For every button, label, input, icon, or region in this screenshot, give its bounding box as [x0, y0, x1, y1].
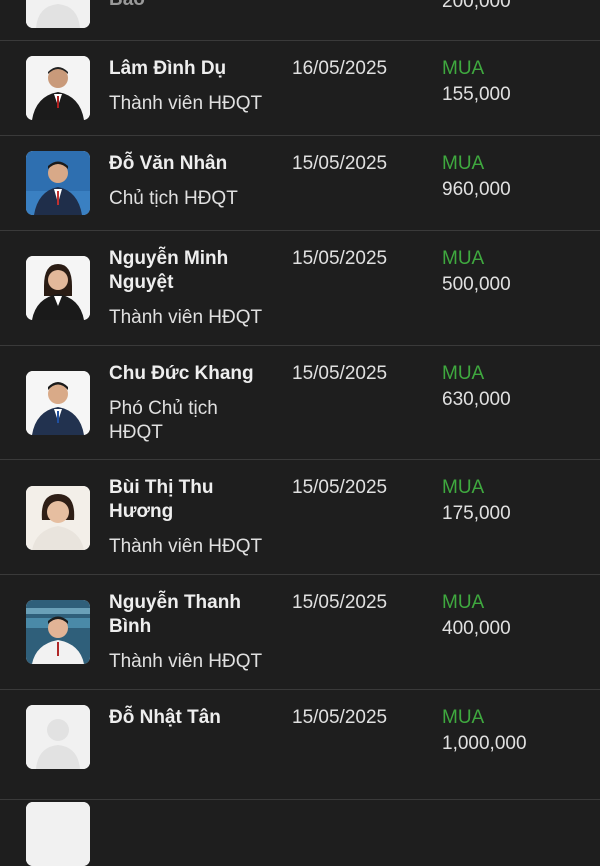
list-item[interactable]: Bảo 200,000 [0, 0, 600, 41]
avatar-placeholder-icon [26, 802, 90, 866]
person-role: Thành viên HĐQT [109, 307, 263, 328]
list-item[interactable]: Bùi Thị Thu Hương Thành viên HĐQT 15/05/… [0, 460, 600, 575]
person-name: Lâm Đình Dụ [109, 58, 227, 79]
quantity: 960,000 [442, 179, 511, 200]
quantity: 200,000 [442, 0, 511, 12]
list-item[interactable]: Nguyễn Minh Nguyệt Thành viên HĐQT 15/05… [0, 231, 600, 346]
person-role: Thành viên HĐQT [109, 651, 263, 672]
trade-date: 15/05/2025 [292, 592, 388, 613]
trade-date: 15/05/2025 [292, 707, 388, 728]
person-role: Chủ tịch HĐQT [109, 188, 238, 209]
trade-action: MUA [442, 707, 485, 728]
trade-action: MUA [442, 477, 485, 498]
avatar [26, 151, 90, 215]
trade-date: 15/05/2025 [292, 363, 388, 384]
list-item[interactable] [0, 800, 600, 866]
person-role: Phó Chủ tịch HĐQT [109, 398, 218, 443]
list-item[interactable]: Chu Đức Khang Phó Chủ tịch HĐQT 15/05/20… [0, 346, 600, 460]
trade-date: 15/05/2025 [292, 248, 388, 269]
avatar-placeholder-icon [26, 705, 90, 769]
quantity: 400,000 [442, 618, 511, 639]
person-name: Nguyễn Minh Nguyệt [109, 248, 229, 293]
trade-action: MUA [442, 592, 485, 613]
trade-action: MUA [442, 248, 485, 269]
list-item[interactable]: Nguyễn Thanh Bình Thành viên HĐQT 15/05/… [0, 575, 600, 690]
quantity: 155,000 [442, 84, 511, 105]
quantity: 175,000 [442, 503, 511, 524]
trade-action: MUA [442, 58, 485, 79]
avatar [26, 486, 90, 550]
person-role: Thành viên HĐQT [109, 536, 263, 557]
avatar [26, 256, 90, 320]
avatar [26, 600, 90, 664]
list-item[interactable]: Lâm Đình Dụ Thành viên HĐQT 16/05/2025 M… [0, 41, 600, 136]
person-name: Bùi Thị Thu Hương [109, 477, 214, 522]
trade-action: MUA [442, 363, 485, 384]
trade-date: 15/05/2025 [292, 153, 388, 174]
quantity: 500,000 [442, 274, 511, 295]
trade-action: MUA [442, 153, 485, 174]
quantity: 630,000 [442, 389, 511, 410]
person-name: Chu Đức Khang [109, 363, 254, 384]
list-item[interactable]: Đỗ Nhật Tân 15/05/2025 MUA 1,000,000 [0, 690, 600, 800]
person-role: Thành viên HĐQT [109, 93, 263, 114]
trade-date: 16/05/2025 [292, 58, 388, 79]
person-name: Đỗ Nhật Tân [109, 707, 221, 728]
avatar [26, 56, 90, 120]
person-name: Nguyễn Thanh Bình [109, 592, 241, 637]
insider-trades-list: Bảo 200,000 Lâm Đình Dụ Thành viên HĐQT … [0, 0, 600, 866]
person-name: Bảo [109, 0, 269, 12]
avatar-placeholder-icon [26, 0, 90, 28]
avatar [26, 371, 90, 435]
list-item[interactable]: Đỗ Văn Nhân Chủ tịch HĐQT 15/05/2025 MUA… [0, 136, 600, 231]
person-name: Đỗ Văn Nhân [109, 153, 228, 174]
quantity: 1,000,000 [442, 733, 527, 754]
trade-date: 15/05/2025 [292, 477, 388, 498]
